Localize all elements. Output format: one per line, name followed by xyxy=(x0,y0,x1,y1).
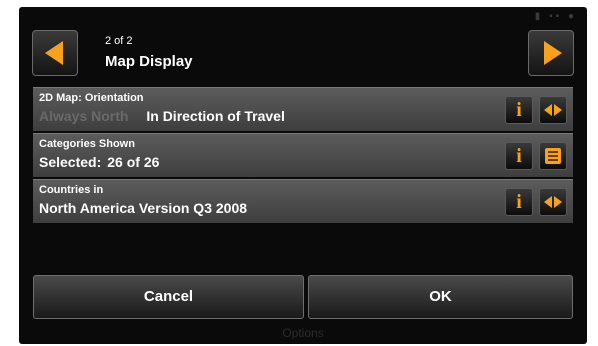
status-indicators: ▮ ▪▪ ● xyxy=(534,11,577,22)
page-count: 2 of 2 xyxy=(105,35,133,47)
left-right-arrows-icon xyxy=(544,196,552,208)
info-icon: i xyxy=(516,191,522,213)
settings-list: 2D Map: Orientation Always North In Dire… xyxy=(33,87,573,225)
arrow-left-icon xyxy=(45,41,63,65)
footer: Cancel OK xyxy=(33,275,573,319)
list-icon xyxy=(545,148,561,164)
setting-label: Countries in xyxy=(39,184,104,196)
page-title: Map Display xyxy=(105,53,193,70)
setting-label: 2D Map: Orientation xyxy=(39,92,144,104)
open-categories-list-button[interactable] xyxy=(539,142,567,170)
toggle-countries-button[interactable] xyxy=(539,188,567,216)
info-button[interactable]: i xyxy=(505,142,533,170)
next-page-button[interactable] xyxy=(528,30,574,76)
info-button[interactable]: i xyxy=(505,96,533,124)
left-right-arrows-icon xyxy=(554,196,562,208)
selected-label: Selected: xyxy=(39,154,102,170)
setting-row-categories[interactable]: Categories Shown Selected: 26 of 26 i xyxy=(33,133,573,177)
option-direction-of-travel[interactable]: In Direction of Travel xyxy=(146,108,284,124)
toggle-orientation-button[interactable] xyxy=(539,96,567,124)
info-icon: i xyxy=(516,99,522,121)
setting-value: Selected: 26 of 26 xyxy=(39,154,159,170)
left-right-arrows-icon xyxy=(554,104,562,116)
setting-row-orientation[interactable]: 2D Map: Orientation Always North In Dire… xyxy=(33,87,573,131)
setting-value: Always North In Direction of Travel xyxy=(39,108,285,124)
info-icon: i xyxy=(516,145,522,167)
cancel-button[interactable]: Cancel xyxy=(33,275,304,319)
setting-row-countries[interactable]: Countries in North America Version Q3 20… xyxy=(33,179,573,223)
setting-label: Categories Shown xyxy=(39,138,135,150)
header: 2 of 2 Map Display xyxy=(19,23,587,87)
left-right-arrows-icon xyxy=(544,104,552,116)
device-screen: ▮ ▪▪ ● 2 of 2 Map Display 2D Map: Orient… xyxy=(19,7,587,344)
selected-count: 26 of 26 xyxy=(107,154,160,170)
info-button[interactable]: i xyxy=(505,188,533,216)
previous-page-button[interactable] xyxy=(32,30,78,76)
option-always-north[interactable]: Always North xyxy=(39,108,128,124)
background-menu-text: Options xyxy=(282,326,324,340)
setting-value: North America Version Q3 2008 xyxy=(39,200,248,216)
ok-button[interactable]: OK xyxy=(308,275,573,319)
arrow-right-icon xyxy=(544,41,562,65)
